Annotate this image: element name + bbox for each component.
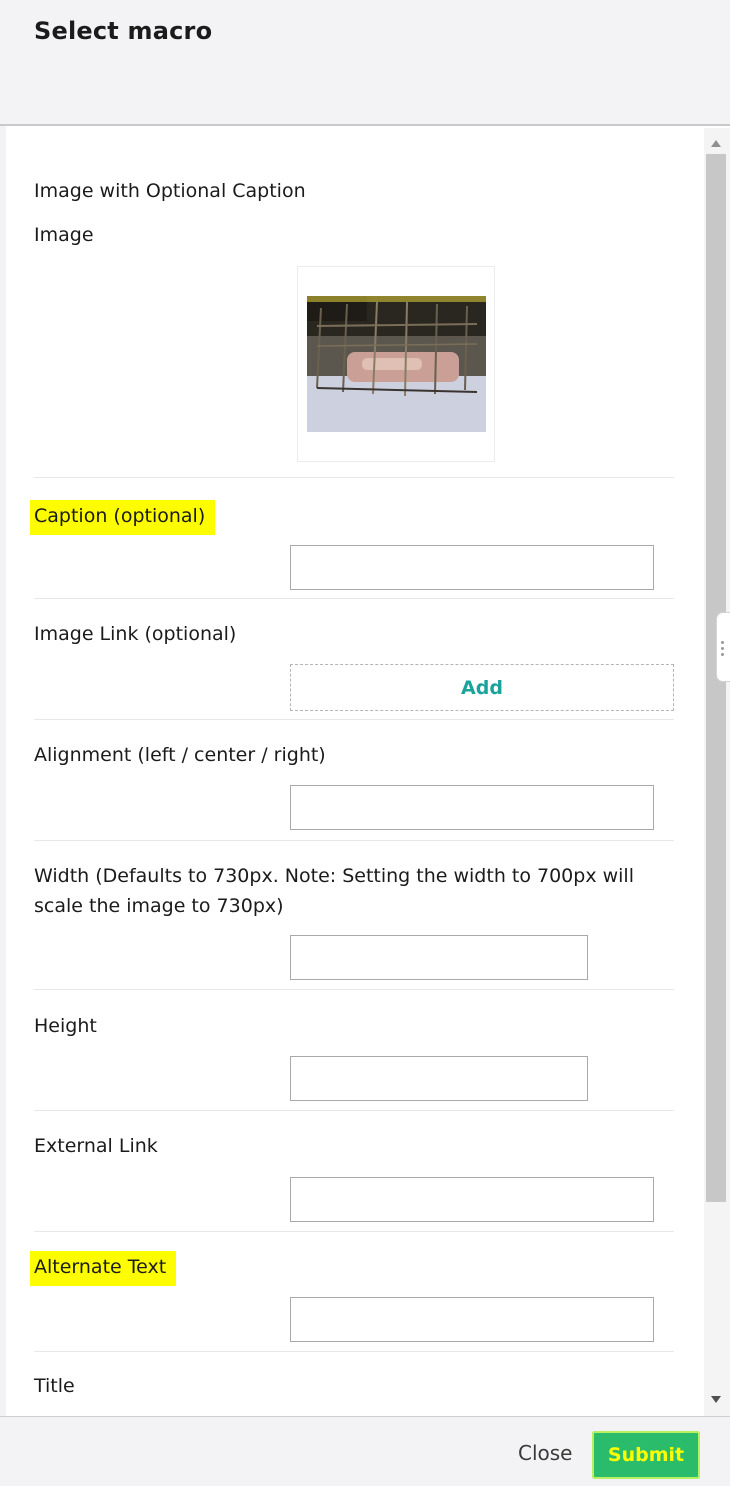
image-picker[interactable] bbox=[297, 266, 495, 462]
image-thumbnail bbox=[307, 296, 486, 432]
external-link-input[interactable] bbox=[290, 1177, 654, 1222]
divider bbox=[34, 1231, 674, 1232]
divider bbox=[34, 1351, 674, 1352]
alternate-text-input[interactable] bbox=[290, 1297, 654, 1342]
alignment-input[interactable] bbox=[290, 785, 654, 830]
divider bbox=[34, 719, 674, 720]
panel-resize-handle[interactable] bbox=[716, 612, 730, 682]
caption-label: Caption (optional) bbox=[30, 500, 216, 535]
alignment-label: Alignment (left / center / right) bbox=[34, 744, 326, 766]
add-image-link-button[interactable]: Add bbox=[290, 664, 674, 711]
macro-form: Image with Optional Caption Image Captio… bbox=[6, 126, 704, 1416]
external-link-label: External Link bbox=[34, 1135, 158, 1157]
dialog-title: Select macro bbox=[34, 17, 213, 45]
divider bbox=[34, 989, 674, 990]
image-link-label: Image Link (optional) bbox=[34, 623, 237, 645]
divider bbox=[34, 1110, 674, 1111]
divider bbox=[34, 598, 674, 599]
alternate-text-label-text: Alternate Text bbox=[30, 1251, 177, 1286]
scroll-up-icon[interactable] bbox=[711, 140, 721, 147]
width-label-line2: scale the image to 730px) bbox=[34, 895, 284, 917]
macro-name: Image with Optional Caption bbox=[34, 180, 306, 202]
image-label: Image bbox=[34, 224, 94, 246]
title-label: Title bbox=[34, 1375, 75, 1397]
close-button[interactable]: Close bbox=[506, 1437, 584, 1469]
divider bbox=[34, 477, 674, 478]
height-input[interactable] bbox=[290, 1056, 588, 1101]
divider bbox=[34, 840, 674, 841]
height-label: Height bbox=[34, 1015, 97, 1037]
scroll-down-icon[interactable] bbox=[711, 1396, 721, 1403]
dialog-footer: Close Submit bbox=[0, 1416, 730, 1486]
caption-label-text: Caption (optional) bbox=[30, 500, 216, 535]
dialog-header: Select macro bbox=[0, 0, 730, 126]
width-label-line1: Width (Defaults to 730px. Note: Setting … bbox=[34, 865, 634, 887]
submit-button[interactable]: Submit bbox=[592, 1431, 700, 1479]
form-scrollbar[interactable] bbox=[704, 128, 730, 1416]
alternate-text-label: Alternate Text bbox=[30, 1251, 177, 1286]
caption-input[interactable] bbox=[290, 545, 654, 590]
width-input[interactable] bbox=[290, 935, 588, 980]
